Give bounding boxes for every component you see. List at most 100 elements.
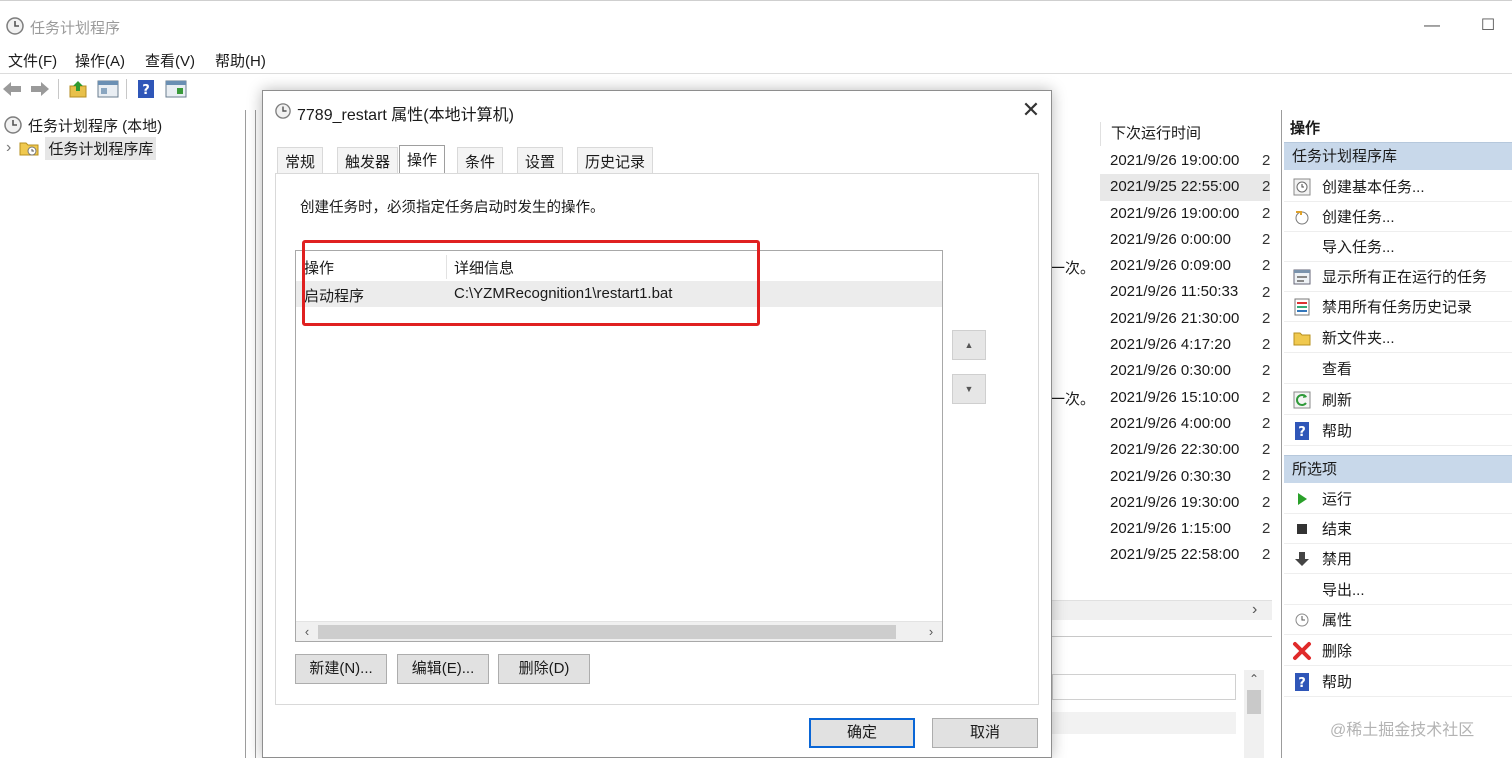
action-create-basic-task[interactable]: 创建基本任务... [1284, 172, 1512, 202]
highlight-annotation [302, 240, 760, 326]
ok-button[interactable]: 确定 [809, 718, 915, 748]
back-arrow-icon[interactable] [0, 77, 24, 101]
action-view[interactable]: 查看 [1284, 354, 1512, 384]
table-row[interactable]: 2021/9/25 22:55:00 [1100, 174, 1270, 201]
tab-general[interactable]: 常规 [277, 147, 324, 173]
clock-icon [6, 17, 24, 39]
move-down-button[interactable]: ▼ [952, 374, 986, 404]
up-folder-icon[interactable] [66, 77, 90, 101]
table-row[interactable]: 2021/9/26 21:30:00 [1100, 306, 1270, 332]
table-row[interactable]: 2021/9/26 11:50:33 [1100, 279, 1270, 305]
table-row[interactable]: 2021/9/26 15:10:00 [1100, 385, 1270, 411]
action-end[interactable]: 结束 [1284, 514, 1512, 544]
tree-item-root[interactable]: 任务计划程序 (本地) [4, 114, 162, 136]
tree-item-library[interactable]: › 任务计划程序库 [6, 136, 157, 160]
table-row[interactable]: 2021/9/26 0:30:30 [1100, 464, 1270, 490]
scroll-up-icon[interactable]: ⌃ [1249, 672, 1259, 686]
tab-triggers[interactable]: 触发器 [337, 147, 399, 173]
action-create-task[interactable]: 创建任务... [1284, 202, 1512, 232]
show-pane-icon[interactable] [96, 77, 120, 101]
action-label: 禁用所有任务历史记录 [1322, 299, 1473, 316]
clipped-cell: 2 [1262, 389, 1271, 406]
action-help[interactable]: ? 帮助 [1284, 416, 1512, 446]
help-icon: ? [1292, 421, 1312, 441]
scroll-thumb[interactable] [1247, 690, 1261, 714]
clipped-cell: 2 [1262, 362, 1271, 379]
help-icon[interactable]: ? [134, 77, 158, 101]
table-row[interactable]: 2021/9/25 22:58:00 [1100, 542, 1270, 568]
clipped-cell: 2 [1262, 310, 1271, 327]
tab-history[interactable]: 历史记录 [577, 147, 654, 173]
tab-settings[interactable]: 设置 [517, 147, 564, 173]
table-row[interactable]: 2021/9/26 1:15:00 [1100, 516, 1270, 542]
task-folder-icon [19, 139, 39, 157]
main-titlebar: 任务计划程序 — ☐ [0, 0, 1512, 44]
table-row[interactable]: 2021/9/26 0:00:00 [1100, 227, 1270, 253]
task-detail-vscrollbar[interactable]: ⌃ [1244, 670, 1264, 758]
action-delete[interactable]: 删除 [1284, 636, 1512, 666]
action-show-running-tasks[interactable]: 显示所有正在运行的任务 [1284, 262, 1512, 292]
action-run[interactable]: 运行 [1284, 484, 1512, 514]
menu-help[interactable]: 帮助(H) [215, 50, 266, 71]
cancel-button[interactable]: 取消 [932, 718, 1038, 748]
edit-action-button[interactable]: 编辑(E)... [397, 654, 489, 684]
scroll-right-icon[interactable]: › [1252, 601, 1257, 619]
actions-tab-panel: 创建任务时，必须指定任务启动时发生的操作。 操作 详细信息 启动程序 C:\YZ… [275, 173, 1039, 705]
table-row[interactable]: 2021/9/26 4:17:20 [1100, 332, 1270, 358]
properties-pane-icon[interactable] [164, 77, 188, 101]
create-basic-task-icon [1292, 177, 1312, 197]
action-help-selected[interactable]: ? 帮助 [1284, 667, 1512, 697]
table-row[interactable]: 2021/9/26 19:30:00 [1100, 490, 1270, 516]
table-row[interactable]: 2021/9/26 19:00:00 [1100, 201, 1270, 227]
action-disable-history[interactable]: 禁用所有任务历史记录 [1284, 292, 1512, 322]
action-refresh[interactable]: 刷新 [1284, 385, 1512, 415]
action-properties[interactable]: 属性 [1284, 605, 1512, 635]
move-up-button[interactable]: ▲ [952, 330, 986, 360]
dialog-title: 7789_restart 属性(本地计算机) [297, 107, 514, 124]
action-label: 属性 [1322, 612, 1353, 629]
window-title: 任务计划程序 [30, 20, 121, 37]
menu-view[interactable]: 查看(V) [145, 50, 195, 71]
tab-conditions[interactable]: 条件 [457, 147, 504, 173]
table-row[interactable]: 2021/9/26 22:30:00 [1100, 437, 1270, 463]
action-label: 结束 [1322, 521, 1353, 538]
table-row[interactable]: 2021/9/26 19:00:00 [1100, 148, 1270, 174]
menu-file[interactable]: 文件(F) [8, 50, 57, 71]
forward-arrow-icon[interactable] [28, 77, 52, 101]
new-action-button[interactable]: 新建(N)... [295, 654, 387, 684]
chevron-right-icon[interactable]: › [6, 139, 11, 157]
actions-section-selected[interactable]: 所选项 [1284, 455, 1512, 483]
actions-list-hscrollbar[interactable]: ‹ › [296, 621, 942, 641]
delete-icon [1292, 641, 1312, 661]
clock-icon [275, 103, 291, 123]
minimize-button[interactable]: — [1414, 11, 1450, 41]
action-label: 删除 [1322, 643, 1353, 660]
actions-section-library[interactable]: 任务计划程序库 [1284, 142, 1512, 170]
clipped-cell: 2 [1262, 257, 1271, 274]
table-row[interactable]: 2021/9/26 0:09:00 [1100, 253, 1270, 279]
action-export[interactable]: 导出... [1284, 575, 1512, 605]
scroll-left-icon[interactable]: ‹ [298, 622, 316, 642]
clipped-cell: 2 [1262, 178, 1271, 195]
scroll-thumb[interactable] [318, 625, 896, 639]
close-icon[interactable]: ✕ [1019, 97, 1043, 123]
clipped-cell: 2 [1262, 284, 1271, 301]
action-import-task[interactable]: 导入任务... [1284, 232, 1512, 262]
scroll-right-icon[interactable]: › [922, 622, 940, 642]
action-new-folder[interactable]: 新文件夹... [1284, 323, 1512, 353]
create-task-icon [1292, 207, 1312, 227]
table-row[interactable]: 2021/9/26 4:00:00 [1100, 411, 1270, 437]
task-list-hscrollbar[interactable]: › [1052, 600, 1272, 620]
menu-action[interactable]: 操作(A) [75, 50, 125, 71]
action-disable[interactable]: 禁用 [1284, 544, 1512, 574]
maximize-button[interactable]: ☐ [1470, 11, 1506, 41]
action-label: 帮助 [1322, 674, 1353, 691]
table-row[interactable]: 2021/9/26 0:30:00 [1100, 358, 1270, 384]
next-run-column-header[interactable]: 下次运行时间 [1100, 122, 1258, 146]
delete-action-button[interactable]: 删除(D) [498, 654, 590, 684]
toolbar-separator [126, 79, 127, 99]
clipped-cell: 2 [1262, 494, 1271, 511]
tab-actions[interactable]: 操作 [399, 145, 446, 173]
action-label: 新文件夹... [1322, 330, 1395, 347]
disable-icon [1292, 549, 1312, 569]
